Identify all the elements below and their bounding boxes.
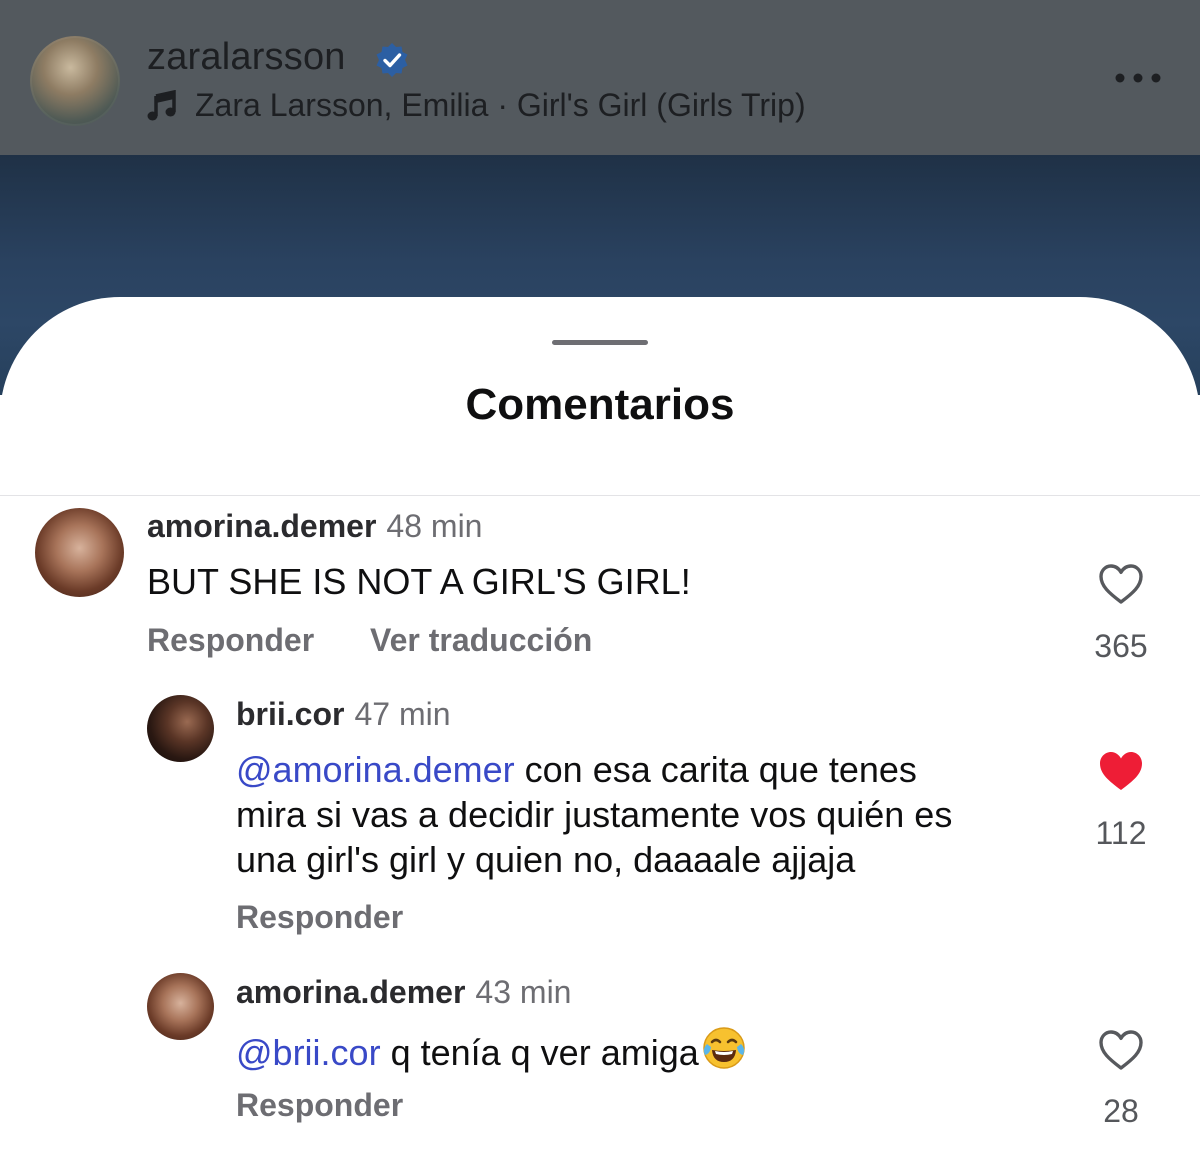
reply-button[interactable]: Responder bbox=[147, 622, 314, 659]
liked-heart-icon[interactable] bbox=[1098, 750, 1144, 792]
comment-username-text[interactable]: brii.cor bbox=[236, 696, 344, 732]
tears-of-joy-emoji bbox=[703, 1027, 745, 1069]
author-username[interactable]: zaralarsson bbox=[147, 36, 346, 79]
comment-text: BUT SHE IS NOT A GIRL'S GIRL! bbox=[147, 561, 691, 602]
comment-time: 47 min bbox=[354, 696, 451, 732]
sheet-grabber[interactable] bbox=[552, 340, 648, 345]
like-heart-icon[interactable] bbox=[1098, 1029, 1144, 1071]
commenter-avatar[interactable] bbox=[147, 973, 214, 1040]
more-options-icon[interactable] bbox=[1114, 72, 1162, 84]
commenter-avatar[interactable] bbox=[147, 695, 214, 762]
comment-time: 43 min bbox=[475, 974, 572, 1010]
commenter-avatar[interactable] bbox=[35, 508, 124, 597]
author-avatar[interactable] bbox=[30, 36, 120, 126]
divider bbox=[0, 495, 1200, 496]
comment-username[interactable]: amorina.demer 43 min bbox=[236, 974, 571, 1011]
comment-username-text[interactable]: amorina.demer bbox=[147, 508, 376, 544]
sheet-title: Comentarios bbox=[465, 380, 735, 429]
comment-username[interactable]: amorina.demer 48 min bbox=[147, 508, 482, 545]
like-count: 28 bbox=[1103, 1093, 1139, 1129]
music-note-icon bbox=[147, 90, 176, 121]
see-translation-button[interactable]: Ver traducción bbox=[370, 622, 592, 659]
like-count: 112 bbox=[1095, 815, 1147, 851]
reply-button[interactable]: Responder bbox=[236, 899, 403, 936]
comment-text: @brii.cor q tenía q ver amiga bbox=[236, 1025, 747, 1075]
comment-text-line3: una girl's girl y quien no, daaaale ajja… bbox=[236, 839, 856, 880]
mention-link[interactable]: @brii.cor bbox=[236, 1032, 381, 1073]
comment-username[interactable]: brii.cor 47 min bbox=[236, 696, 451, 733]
comment-text-body: q tenía q ver amiga bbox=[380, 1032, 699, 1073]
like-heart-icon[interactable] bbox=[1098, 563, 1144, 605]
mention-link[interactable]: @amorina.demer bbox=[236, 749, 515, 790]
like-count: 365 bbox=[1094, 628, 1148, 664]
comment-username-text[interactable]: amorina.demer bbox=[236, 974, 465, 1010]
comment-text: @amorina.demer con esa carita que tenes … bbox=[236, 747, 952, 882]
reply-button[interactable]: Responder bbox=[236, 1087, 403, 1124]
comment-text-line2: mira si vas a decidir justamente vos qui… bbox=[236, 794, 953, 835]
verified-badge-icon bbox=[376, 43, 408, 77]
comment-text-line1: con esa carita que tenes bbox=[514, 749, 917, 790]
comment-time: 48 min bbox=[386, 508, 483, 544]
song-info[interactable]: Zara Larsson, Emilia · Girl's Girl (Girl… bbox=[195, 87, 806, 124]
